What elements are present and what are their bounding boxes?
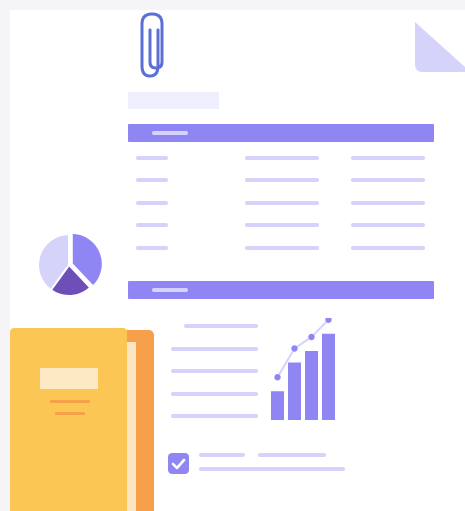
bar-chart-icon [271, 318, 335, 420]
trend-point [274, 374, 281, 381]
section-header-bar [128, 281, 434, 299]
folder-front [10, 328, 127, 511]
bar [271, 391, 284, 420]
checkmark-icon [171, 458, 186, 470]
bar [322, 333, 335, 420]
text-line [171, 369, 258, 373]
folder-label [40, 368, 98, 389]
text-line [171, 392, 258, 396]
bar [288, 362, 301, 420]
paperclip-icon [140, 12, 164, 78]
page-fold-icon [415, 12, 465, 72]
folder-label-line [50, 400, 90, 403]
text-line [171, 414, 258, 418]
checkbox[interactable] [168, 453, 189, 474]
bar [305, 351, 318, 420]
table-header-label [152, 131, 188, 135]
text-line [184, 324, 258, 328]
checkbox-label-line [199, 467, 345, 471]
pie-chart-icon [37, 232, 102, 297]
trend-point [308, 333, 315, 341]
text-line [171, 347, 258, 351]
trend-line [276, 319, 330, 378]
trend-point [291, 345, 298, 352]
checkbox-label-line [258, 453, 326, 457]
table-header-bar [128, 124, 434, 142]
section-header-label [152, 288, 188, 292]
folder-label-line [55, 412, 85, 415]
folder-edge [126, 342, 136, 511]
checkbox-label-line [199, 453, 245, 457]
document-title-placeholder [128, 92, 219, 109]
